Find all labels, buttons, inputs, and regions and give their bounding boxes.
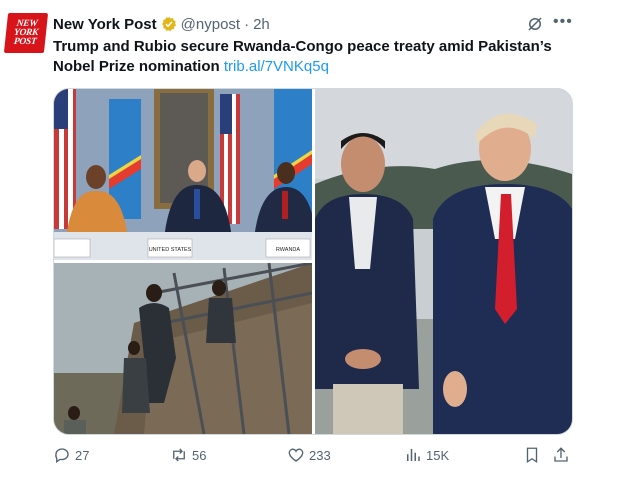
- share-icon: [554, 447, 568, 462]
- tweet-actions: 27 56 233 15K: [53, 444, 573, 468]
- views-button[interactable]: 15K: [404, 446, 449, 464]
- reply-button[interactable]: 27: [53, 446, 89, 464]
- tweet-header: New York Post @nypost · 2h: [53, 14, 270, 34]
- share-button[interactable]: [552, 446, 570, 464]
- tweet-link[interactable]: trib.al/7VNKq5q: [224, 58, 329, 75]
- avatar[interactable]: NEW YORK POST: [3, 13, 49, 53]
- views-count: 15K: [426, 447, 450, 463]
- tweet-time[interactable]: 2h: [253, 16, 270, 33]
- like-icon: [288, 448, 304, 462]
- views-icon: [407, 449, 420, 461]
- placard-rwanda: RWANDA: [276, 247, 300, 253]
- verified-badge-icon[interactable]: [161, 16, 177, 32]
- avatar-text-line3: POST: [13, 36, 37, 47]
- repost-count: 56: [192, 447, 207, 463]
- author-name[interactable]: New York Post: [53, 16, 157, 33]
- grok-icon[interactable]: [526, 15, 544, 33]
- bookmark-button[interactable]: [523, 446, 541, 464]
- placard-usa: UNITED STATES: [149, 247, 192, 253]
- media-grid: UNITED STATES RWANDA: [53, 88, 573, 435]
- like-count: 233: [309, 447, 331, 463]
- reply-icon: [55, 448, 69, 464]
- photo-rubio-trump[interactable]: [315, 89, 572, 434]
- repost-icon: [173, 448, 185, 462]
- separator-dot: ·: [244, 15, 250, 33]
- repost-button[interactable]: 56: [170, 446, 206, 464]
- like-button[interactable]: 233: [287, 446, 331, 464]
- photo-signing-ceremony[interactable]: UNITED STATES RWANDA: [54, 89, 312, 260]
- tweet-text: Trump and Rubio secure Rwanda-Congo peac…: [53, 37, 593, 77]
- more-icon[interactable]: •••: [553, 13, 573, 31]
- bookmark-icon: [526, 447, 538, 464]
- photo-truck[interactable]: [54, 263, 312, 434]
- reply-count: 27: [75, 447, 90, 463]
- author-handle[interactable]: @nypost: [181, 16, 240, 33]
